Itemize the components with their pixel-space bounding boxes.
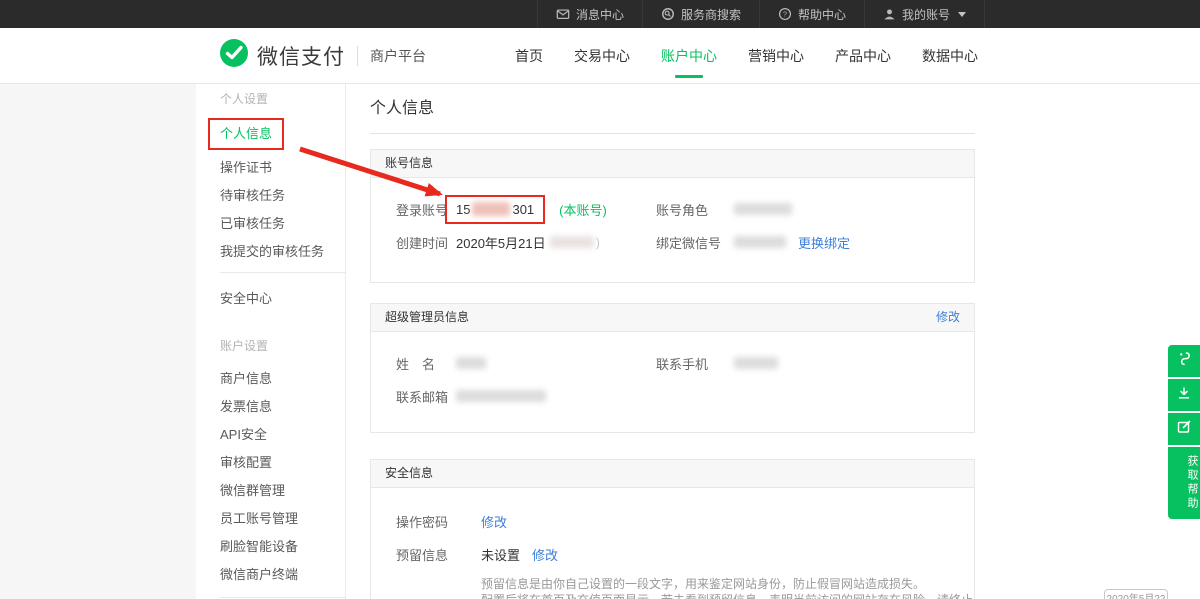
title-divider bbox=[370, 133, 975, 134]
contact-email-label: 联系邮箱 bbox=[396, 387, 456, 406]
sidebar-item-invoice-info[interactable]: 发票信息 bbox=[220, 393, 346, 421]
date-tooltip: 2020年5月22日 bbox=[1104, 589, 1168, 599]
feedback-icon bbox=[1176, 419, 1192, 440]
topbar-my-account[interactable]: 我的账号 bbox=[864, 0, 985, 28]
mail-icon bbox=[556, 7, 570, 21]
chevron-down-icon bbox=[958, 12, 966, 17]
portal-name: 商户平台 bbox=[370, 46, 426, 66]
created-time-redacted bbox=[550, 236, 594, 248]
created-time-value: 2020年5月21日 bbox=[456, 233, 546, 252]
login-account-prefix: 15 bbox=[456, 202, 470, 217]
sidebar-group-account-settings: 账户设置 bbox=[220, 337, 346, 355]
main-nav: 首页 交易中心 账户中心 营销中心 产品中心 数据中心 bbox=[508, 28, 985, 83]
contact-phone-label: 联系手机 bbox=[656, 354, 734, 373]
nav-account-center[interactable]: 账户中心 bbox=[654, 27, 724, 85]
nav-transaction-center[interactable]: 交易中心 bbox=[567, 27, 637, 85]
sidebar-separator bbox=[220, 597, 346, 598]
search-icon bbox=[661, 7, 675, 21]
nav-data-center[interactable]: 数据中心 bbox=[915, 27, 985, 85]
reserved-info-description: 预留信息是由你自己设置的一段文字，用来鉴定网站身份，防止假冒网站造成损失。 配置… bbox=[481, 577, 974, 599]
sidebar-separator bbox=[220, 272, 346, 273]
sidebar-item-pending-review-tasks[interactable]: 待审核任务 bbox=[220, 182, 346, 210]
login-account-annotation-box: 15 301 bbox=[445, 195, 545, 224]
security-info-section: 安全信息 操作密码 修改 预留信息 未设置 修改 预留信息是由你自己设置的一段文… bbox=[370, 459, 975, 599]
bound-wechat-label: 绑定微信号 bbox=[656, 233, 734, 252]
topbar-message-center[interactable]: 消息中心 bbox=[537, 0, 642, 28]
reserved-info-label: 预留信息 bbox=[396, 545, 456, 564]
contact-email-redacted bbox=[456, 390, 546, 402]
section-title: 账号信息 bbox=[385, 150, 433, 177]
left-gutter bbox=[0, 84, 196, 599]
nav-product-center[interactable]: 产品中心 bbox=[828, 27, 898, 85]
edit-reserved-info-link[interactable]: 修改 bbox=[532, 545, 558, 564]
reserved-info-value: 未设置 bbox=[481, 545, 520, 564]
nav-home[interactable]: 首页 bbox=[508, 27, 550, 85]
topbar-item-label: 服务商搜索 bbox=[681, 6, 741, 23]
sidebar-item-operation-certificate[interactable]: 操作证书 bbox=[220, 154, 346, 182]
topbar-item-label: 消息中心 bbox=[576, 6, 624, 23]
main-content: 个人信息 账号信息 登录账号 15 301 (本账号) bbox=[370, 84, 975, 599]
svg-text:?: ? bbox=[783, 10, 787, 19]
account-info-section: 账号信息 登录账号 15 301 (本账号) 账号角色 bbox=[370, 149, 975, 283]
name-redacted bbox=[456, 357, 486, 369]
account-role-label: 账号角色 bbox=[656, 200, 734, 219]
super-admin-section: 超级管理员信息 修改 姓 名 联系手机 联系邮箱 bbox=[370, 303, 975, 433]
created-time-paren: ) bbox=[596, 235, 600, 250]
sidebar-item-my-submitted-tasks[interactable]: 我提交的审核任务 bbox=[220, 238, 346, 266]
help-icon: ? bbox=[778, 7, 792, 21]
download-button[interactable] bbox=[1168, 379, 1200, 411]
floating-help-widget: 获取帮助 bbox=[1168, 345, 1200, 519]
edit-password-link[interactable]: 修改 bbox=[481, 512, 507, 531]
merchant-platform-page: 消息中心 服务商搜索 ? 帮助中心 我的账号 bbox=[0, 0, 1200, 599]
header: 微信支付 商户平台 首页 交易中心 账户中心 营销中心 产品中心 数据中心 bbox=[0, 28, 1200, 84]
topbar: 消息中心 服务商搜索 ? 帮助中心 我的账号 bbox=[0, 0, 1200, 28]
sidebar-item-reviewed-tasks[interactable]: 已审核任务 bbox=[220, 210, 346, 238]
nav-marketing-center[interactable]: 营销中心 bbox=[741, 27, 811, 85]
change-binding-link[interactable]: 更换绑定 bbox=[798, 233, 850, 252]
download-icon bbox=[1176, 385, 1192, 406]
sidebar-group-personal-settings: 个人设置 bbox=[220, 90, 346, 108]
operation-password-label: 操作密码 bbox=[396, 512, 456, 531]
login-account-suffix: 301 bbox=[512, 202, 534, 217]
sidebar-item-face-device[interactable]: 刷脸智能设备 bbox=[220, 533, 346, 561]
hotline-icon bbox=[1176, 351, 1192, 372]
brand: 微信支付 商户平台 bbox=[219, 28, 426, 83]
sidebar: 个人设置 个人信息 操作证书 待审核任务 已审核任务 我提交的审核任务 安全中心… bbox=[220, 84, 346, 599]
get-help-button[interactable]: 获取帮助 bbox=[1168, 447, 1200, 519]
account-role-redacted bbox=[734, 203, 792, 215]
topbar-item-label: 帮助中心 bbox=[798, 6, 846, 23]
section-title: 超级管理员信息 bbox=[385, 304, 469, 331]
wechat-pay-logo-icon bbox=[219, 38, 249, 73]
sidebar-item-wechat-group-mgmt[interactable]: 微信群管理 bbox=[220, 477, 346, 505]
sidebar-item-personal-info[interactable]: 个人信息 bbox=[208, 118, 284, 150]
sidebar-item-merchant-terminal[interactable]: 微信商户终端 bbox=[220, 561, 346, 589]
sidebar-item-staff-account-mgmt[interactable]: 员工账号管理 bbox=[220, 505, 346, 533]
contact-phone-redacted bbox=[734, 357, 778, 369]
section-title: 安全信息 bbox=[385, 460, 433, 487]
hotline-button[interactable] bbox=[1168, 345, 1200, 377]
sidebar-item-api-security[interactable]: API安全 bbox=[220, 421, 346, 449]
sidebar-item-security-center[interactable]: 安全中心 bbox=[220, 285, 346, 313]
sidebar-item-merchant-info[interactable]: 商户信息 bbox=[220, 365, 346, 393]
description-line: 预留信息是由你自己设置的一段文字，用来鉴定网站身份，防止假冒网站造成损失。 bbox=[481, 577, 974, 593]
login-account-redacted bbox=[472, 202, 510, 216]
bound-wechat-redacted bbox=[734, 236, 786, 248]
topbar-help-center[interactable]: ? 帮助中心 bbox=[759, 0, 864, 28]
sidebar-item-review-config[interactable]: 审核配置 bbox=[220, 449, 346, 477]
topbar-provider-search[interactable]: 服务商搜索 bbox=[642, 0, 759, 28]
name-label: 姓 名 bbox=[396, 354, 456, 373]
topbar-item-label: 我的账号 bbox=[902, 6, 950, 23]
user-icon bbox=[883, 8, 896, 21]
description-line: 配置后将在首页及充值页面显示。若未看到预留信息，表明当前访问的网站存在风险，请终… bbox=[481, 593, 974, 599]
feedback-button[interactable] bbox=[1168, 413, 1200, 445]
current-account-tag: (本账号) bbox=[559, 200, 607, 219]
edit-admin-link[interactable]: 修改 bbox=[936, 304, 960, 331]
brand-name: 微信支付 bbox=[257, 41, 345, 71]
page-title: 个人信息 bbox=[370, 98, 975, 120]
brand-divider bbox=[357, 46, 358, 66]
created-time-label: 创建时间 bbox=[396, 233, 456, 252]
